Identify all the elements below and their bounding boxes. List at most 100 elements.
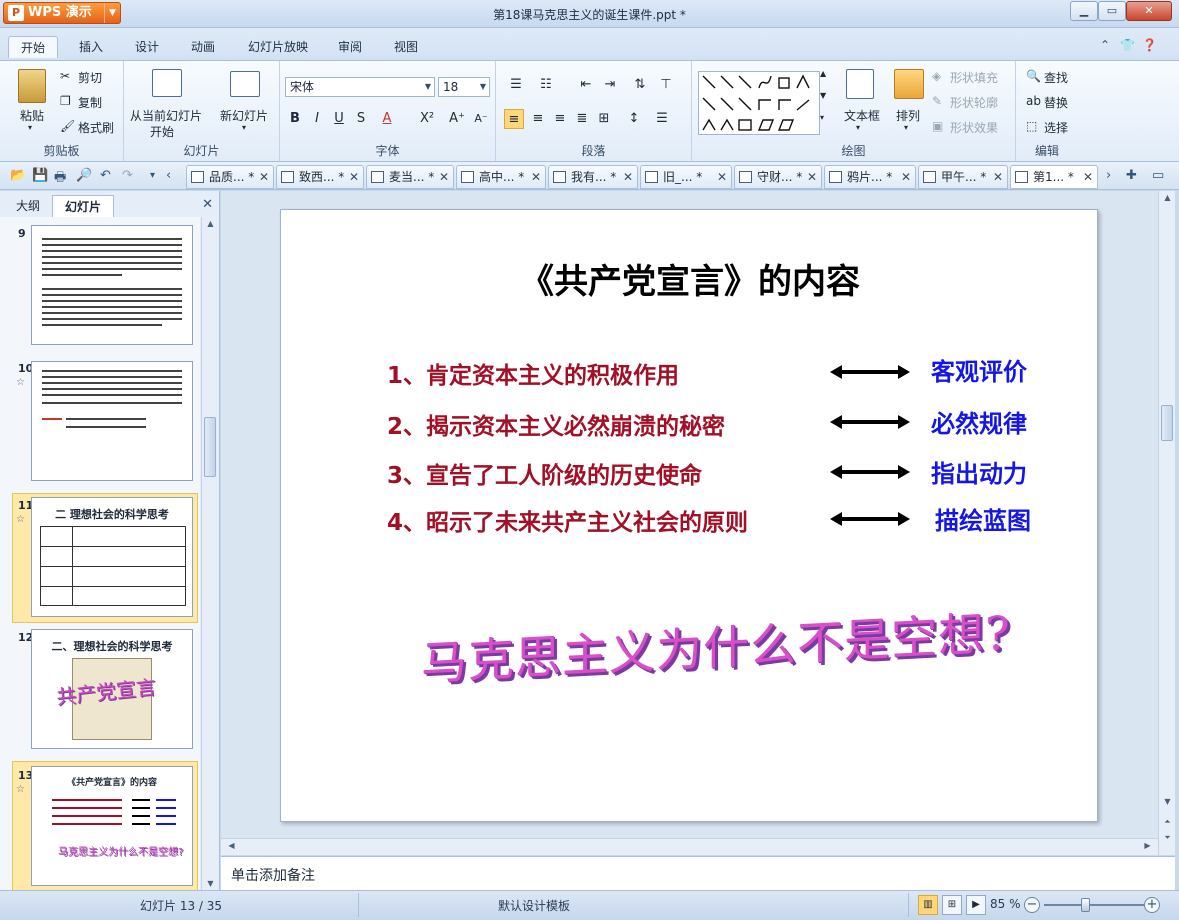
font-size-combo[interactable]: 18 ▼ (438, 77, 490, 97)
slide-thumbnail-13[interactable]: 《共产党宣言》的内容 马克思主义为什么不是空想? (31, 766, 193, 886)
doc-tab-active[interactable]: 第1... * ✕ (1010, 165, 1098, 189)
tab-outline[interactable]: 大纲 (6, 195, 50, 217)
italic-button[interactable]: I (307, 109, 327, 129)
normal-view-icon[interactable]: ▥ (918, 895, 938, 915)
format-painter-button[interactable]: 格式刷 (78, 119, 114, 136)
arrange-dropdown-icon[interactable]: ▾ (904, 123, 908, 132)
superscript-icon[interactable]: X² (417, 109, 437, 129)
shape-outline-button[interactable]: 形状轮廓 (950, 94, 998, 111)
from-current-slide-start[interactable]: 开始 (150, 123, 174, 140)
collapse-ribbon-icon[interactable]: ⌃ (1100, 38, 1110, 52)
panel-scrollbar[interactable]: ▲ ▼ (201, 217, 218, 890)
font-color-icon[interactable]: A (377, 109, 397, 129)
point-4[interactable]: 4、昭示了未来共产主义社会的原则 (387, 503, 748, 537)
chevron-down-icon[interactable]: ▼ (477, 78, 489, 96)
close-panel-icon[interactable]: ✕ (202, 197, 213, 212)
close-tab-icon[interactable]: ✕ (439, 166, 449, 188)
new-slide-dropdown-icon[interactable]: ▾ (242, 123, 246, 132)
doc-tab[interactable]: 鸦片... * ✕ (824, 165, 916, 189)
close-tab-icon[interactable]: ✕ (901, 166, 911, 188)
point-3-result[interactable]: 指出动力 (931, 454, 1027, 489)
scroll-right-icon[interactable]: ▶ (1139, 841, 1156, 850)
textbox-dropdown-icon[interactable]: ▾ (856, 123, 860, 132)
notes-pane[interactable]: 单击添加备注 (221, 856, 1175, 890)
maximize-button[interactable]: ▭ (1098, 1, 1126, 21)
close-tab-icon[interactable]: ✕ (623, 166, 633, 188)
doc-tab[interactable]: 守财... * ✕ (734, 165, 822, 189)
increase-indent-icon[interactable]: ⇥ (600, 75, 620, 95)
current-slide[interactable]: 《共产党宣言》的内容 1、肯定资本主义的积极作用 客观评价 2、揭示资本主义必然… (280, 209, 1098, 822)
panel-scroll-thumb[interactable] (204, 417, 216, 477)
double-arrow-icon[interactable] (830, 512, 910, 526)
justify-icon[interactable]: ≣ (572, 109, 592, 129)
point-1-result[interactable]: 客观评价 (931, 352, 1027, 387)
tab-slides[interactable]: 幻灯片 (52, 195, 114, 217)
line-spacing-icon[interactable]: ↕ (624, 109, 644, 129)
gallery-scroll-up-icon[interactable]: ▲ (820, 69, 826, 78)
cut-button[interactable]: 剪切 (78, 69, 102, 86)
gallery-expand-icon[interactable]: ▾ (820, 113, 824, 122)
double-arrow-icon[interactable] (830, 365, 910, 379)
paste-dropdown-icon[interactable]: ▾ (28, 123, 32, 132)
doc-tab[interactable]: 麦当... * ✕ (366, 165, 454, 189)
editor-horizontal-scrollbar[interactable]: ◀ ▶ (221, 838, 1158, 855)
skin-icon[interactable]: 👕 (1120, 38, 1135, 52)
scroll-left-icon[interactable]: ◀ (223, 841, 240, 850)
save-icon[interactable]: 💾 (32, 168, 48, 183)
arrange-button[interactable]: 排列 (896, 107, 920, 124)
slide-thumbnail-9[interactable] (31, 225, 193, 345)
editor-scroll-thumb[interactable] (1161, 405, 1173, 441)
close-tab-icon[interactable]: ✕ (717, 166, 727, 188)
customize-toolbar-icon[interactable]: ▾ (150, 170, 155, 181)
zoom-slider-thumb[interactable] (1081, 898, 1090, 912)
point-4-result[interactable]: 描绘蓝图 (935, 501, 1031, 536)
open-icon[interactable]: 📂 (10, 168, 26, 183)
shrink-font-icon[interactable]: A⁻ (471, 109, 491, 129)
help-icon[interactable]: ❓ (1142, 38, 1157, 52)
tabs-scroll-left-icon[interactable]: ‹ (166, 168, 171, 183)
tab-animation[interactable]: 动画 (178, 36, 228, 58)
select-button[interactable]: 选择 (1044, 119, 1068, 136)
print-preview-icon[interactable]: 🔎 (76, 168, 92, 183)
scroll-down-icon[interactable]: ▼ (1159, 797, 1176, 806)
scroll-down-icon[interactable]: ▼ (202, 879, 219, 888)
zoom-in-icon[interactable]: + (1144, 897, 1160, 913)
notes-placeholder[interactable]: 单击添加备注 (231, 865, 315, 885)
zoom-slider-track[interactable] (1044, 904, 1144, 906)
wordart-question[interactable]: 马克思主义为什么不是空想? (421, 597, 1011, 694)
double-arrow-icon[interactable] (830, 465, 910, 479)
underline-button[interactable]: U (329, 109, 349, 129)
doc-tab[interactable]: 旧_... * ✕ (640, 165, 732, 189)
align-left-icon[interactable]: ≡ (504, 109, 524, 129)
copy-button[interactable]: 复制 (78, 94, 102, 111)
doc-tab[interactable]: 我有... * ✕ (548, 165, 638, 189)
close-tab-icon[interactable]: ✕ (531, 166, 541, 188)
align-right-icon[interactable]: ≡ (550, 109, 570, 129)
bullets-icon[interactable]: ☰ (506, 75, 526, 95)
gallery-scroll-down-icon[interactable]: ▼ (820, 91, 826, 100)
shape-fill-button[interactable]: 形状填充 (950, 69, 998, 86)
close-button[interactable]: ✕ (1126, 1, 1172, 21)
slide-title[interactable]: 《共产党宣言》的内容 (281, 254, 1099, 303)
new-tab-icon[interactable]: ✚ (1126, 168, 1137, 183)
slide-thumbnail-11[interactable]: 二 理想社会的科学思考 (31, 497, 193, 617)
point-2[interactable]: 2、揭示资本主义必然崩溃的秘密 (387, 407, 725, 441)
shadow-button[interactable]: S (351, 109, 371, 129)
shapes-gallery[interactable] (698, 71, 820, 135)
tab-home[interactable]: 开始 (8, 36, 58, 58)
tabs-scroll-right-icon[interactable]: › (1106, 168, 1111, 183)
shape-effects-button[interactable]: 形状效果 (950, 119, 998, 136)
point-2-result[interactable]: 必然规律 (931, 404, 1027, 439)
close-tab-icon[interactable]: ✕ (1083, 166, 1093, 188)
new-slide-button[interactable]: 新幻灯片 (220, 107, 268, 124)
close-tab-icon[interactable]: ✕ (807, 166, 817, 188)
editor-vertical-scrollbar[interactable]: ▲ ▼ ⏶ ⏷ (1158, 191, 1175, 855)
doc-tab[interactable]: 甲午... * ✕ (918, 165, 1008, 189)
doc-tab[interactable]: 高中... * ✕ (456, 165, 546, 189)
tab-slideshow[interactable]: 幻灯片放映 (236, 36, 320, 58)
doc-tab[interactable]: 致西... * ✕ (276, 165, 364, 189)
close-tab-icon[interactable]: ✕ (349, 166, 359, 188)
double-arrow-icon[interactable] (830, 415, 910, 429)
minimize-button[interactable]: ▁ (1070, 1, 1098, 21)
print-icon[interactable]: 🖶 (54, 168, 66, 190)
